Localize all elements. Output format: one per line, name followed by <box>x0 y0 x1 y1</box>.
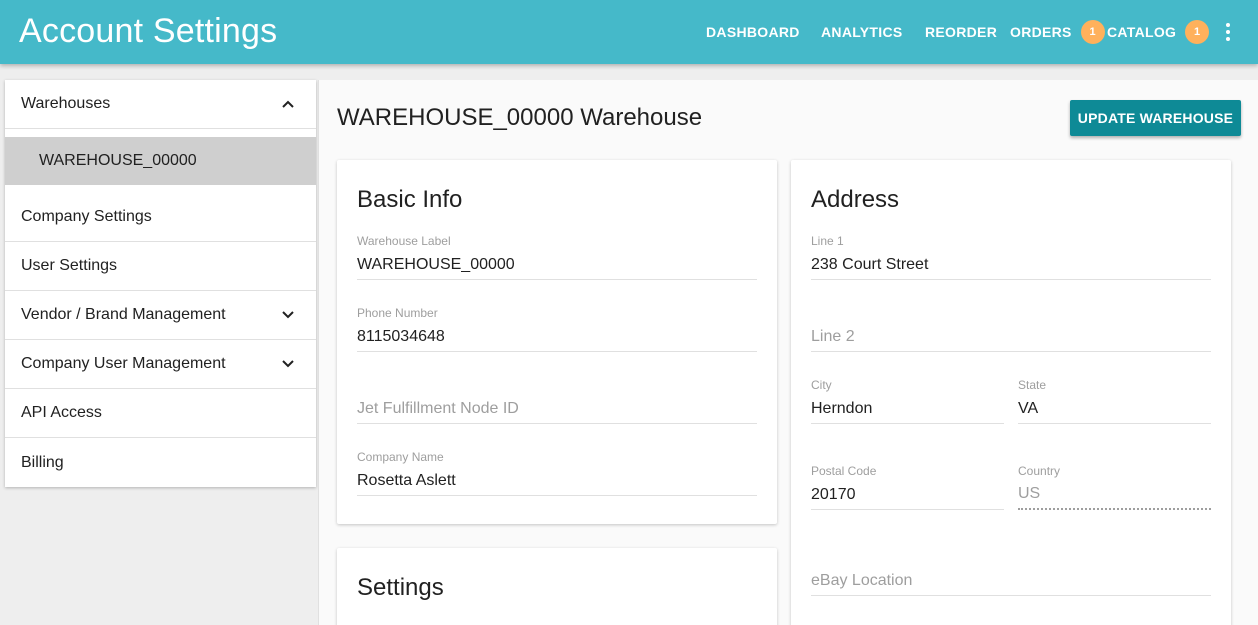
line1-label: Line 1 <box>811 234 844 248</box>
nav-reorder[interactable]: REORDER <box>925 0 997 64</box>
city-field: City <box>811 378 1004 424</box>
nav-orders-label: ORDERS <box>1010 24 1072 40</box>
sidebar-item-label: Company User Management <box>21 355 226 372</box>
company-name-label: Company Name <box>357 450 444 464</box>
sidebar-item-label: Billing <box>21 453 64 471</box>
sidebar-item-label: User Settings <box>21 257 118 274</box>
company-name-input[interactable] <box>357 466 757 496</box>
sidebar-item-label: API Access <box>21 404 102 421</box>
sidebar-item-company-user-management[interactable]: Company User Management <box>5 340 316 389</box>
nav-catalog-label: CATALOG <box>1107 24 1177 40</box>
state-field: State <box>1018 378 1211 424</box>
sidebar-spacer <box>5 129 316 137</box>
address-card: Address Line 1 City State Postal Code Co… <box>791 160 1231 625</box>
sidebar-item-billing[interactable]: Billing <box>5 438 316 487</box>
catalog-count-badge: 1 <box>1185 20 1210 44</box>
chevron-down-icon <box>282 360 294 368</box>
line1-field: Line 1 <box>811 234 1211 280</box>
city-label: City <box>811 378 832 392</box>
basic-info-card: Basic Info Warehouse Label Phone Number … <box>337 160 777 524</box>
settings-title: Settings <box>357 574 444 601</box>
sidebar-item-label: Warehouses <box>21 95 111 112</box>
postal-code-field: Postal Code <box>811 464 1004 510</box>
line2-input[interactable] <box>811 322 1211 352</box>
sidebar-item-label: Company Settings <box>21 208 152 225</box>
nav-orders[interactable]: ORDERS 1 <box>1010 0 1105 64</box>
line2-field <box>811 306 1211 352</box>
update-warehouse-button[interactable]: UPDATE WAREHOUSE <box>1070 100 1241 136</box>
orders-count-badge: 1 <box>1080 20 1105 44</box>
chevron-up-icon <box>282 100 294 108</box>
sidebar-item-company-settings[interactable]: Company Settings <box>5 193 316 242</box>
phone-number-label: Phone Number <box>357 306 438 320</box>
postal-code-label: Postal Code <box>811 464 877 478</box>
warehouse-label-input[interactable] <box>357 250 757 280</box>
basic-info-title: Basic Info <box>357 186 463 213</box>
postal-code-input[interactable] <box>811 480 1004 510</box>
jet-fulfillment-node-input[interactable] <box>357 394 757 424</box>
settings-sidebar: Warehouses WAREHOUSE_00000 Company Setti… <box>5 80 316 487</box>
settings-card: Settings <box>337 548 777 625</box>
sidebar-item-user-settings[interactable]: User Settings <box>5 242 316 291</box>
top-app-bar: Account Settings DASHBOARD ANALYTICS REO… <box>0 0 1258 64</box>
main-content: WAREHOUSE_00000 Warehouse UPDATE WAREHOU… <box>318 80 1258 625</box>
address-title: Address <box>811 186 900 213</box>
state-label: State <box>1018 378 1047 392</box>
sidebar-item-label: WAREHOUSE_00000 <box>39 152 197 169</box>
warehouse-label-label: Warehouse Label <box>357 234 451 248</box>
sidebar-item-api-access[interactable]: API Access <box>5 389 316 438</box>
ebay-location-field <box>811 550 1211 596</box>
more-vert-icon[interactable] <box>1218 20 1238 44</box>
city-input[interactable] <box>811 394 1004 424</box>
state-input[interactable] <box>1018 394 1211 424</box>
country-label: Country <box>1018 464 1061 478</box>
phone-number-input[interactable] <box>357 322 757 352</box>
sidebar-item-vendor-brand-management[interactable]: Vendor / Brand Management <box>5 291 316 340</box>
country-input <box>1018 480 1211 510</box>
jet-node-field <box>357 378 757 424</box>
page-title: WAREHOUSE_00000 Warehouse <box>337 104 703 131</box>
line1-input[interactable] <box>811 250 1211 280</box>
nav-analytics[interactable]: ANALYTICS <box>821 0 903 64</box>
sidebar-item-warehouse-00000[interactable]: WAREHOUSE_00000 <box>5 137 316 185</box>
nav-catalog[interactable]: CATALOG 1 <box>1107 0 1210 64</box>
ebay-location-input[interactable] <box>811 566 1211 596</box>
warehouse-label-field: Warehouse Label <box>357 234 757 280</box>
sidebar-item-warehouses[interactable]: Warehouses <box>5 80 316 129</box>
chevron-down-icon <box>282 311 294 319</box>
country-field: Country <box>1018 464 1211 510</box>
phone-number-field: Phone Number <box>357 306 757 352</box>
sidebar-item-label: Vendor / Brand Management <box>21 306 226 323</box>
company-name-field: Company Name <box>357 450 757 496</box>
nav-dashboard[interactable]: DASHBOARD <box>706 0 800 64</box>
app-title: Account Settings <box>19 12 278 50</box>
